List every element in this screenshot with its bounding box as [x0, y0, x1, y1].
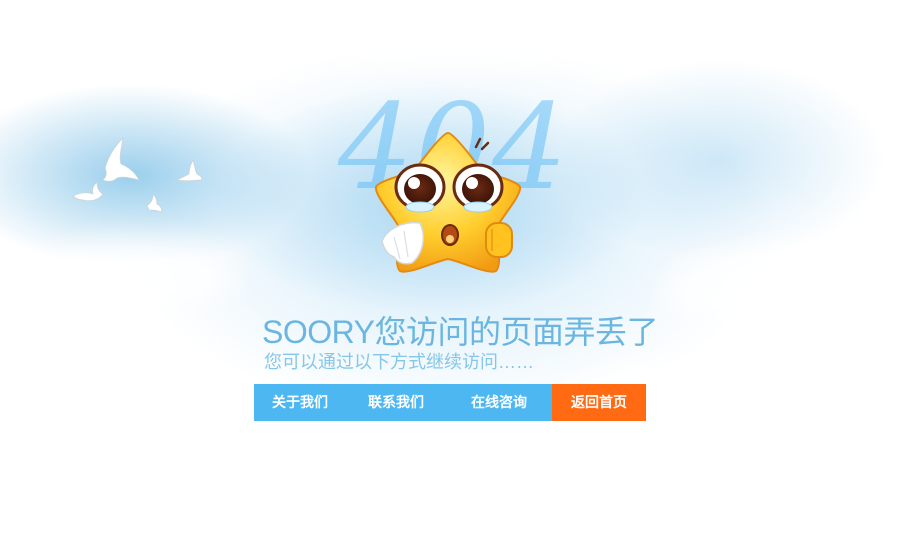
back-home-button[interactable]: 返回首页 [552, 384, 646, 421]
crying-star-mascot-icon [374, 131, 522, 273]
navigation-bar: 关于我们 联系我们 在线咨询 返回首页 [254, 384, 646, 421]
cloud [660, 250, 870, 330]
cloud [300, 10, 620, 70]
page-title: SOORY您访问的页面弄丢了 [262, 314, 659, 350]
page-subtitle: 您可以通过以下方式继续访问…… [264, 352, 534, 372]
cloud [40, 240, 240, 310]
contact-us-link[interactable]: 联系我们 [346, 384, 446, 421]
doves-icon [72, 136, 203, 213]
about-us-link[interactable]: 关于我们 [254, 384, 346, 421]
online-consult-link[interactable]: 在线咨询 [446, 384, 552, 421]
